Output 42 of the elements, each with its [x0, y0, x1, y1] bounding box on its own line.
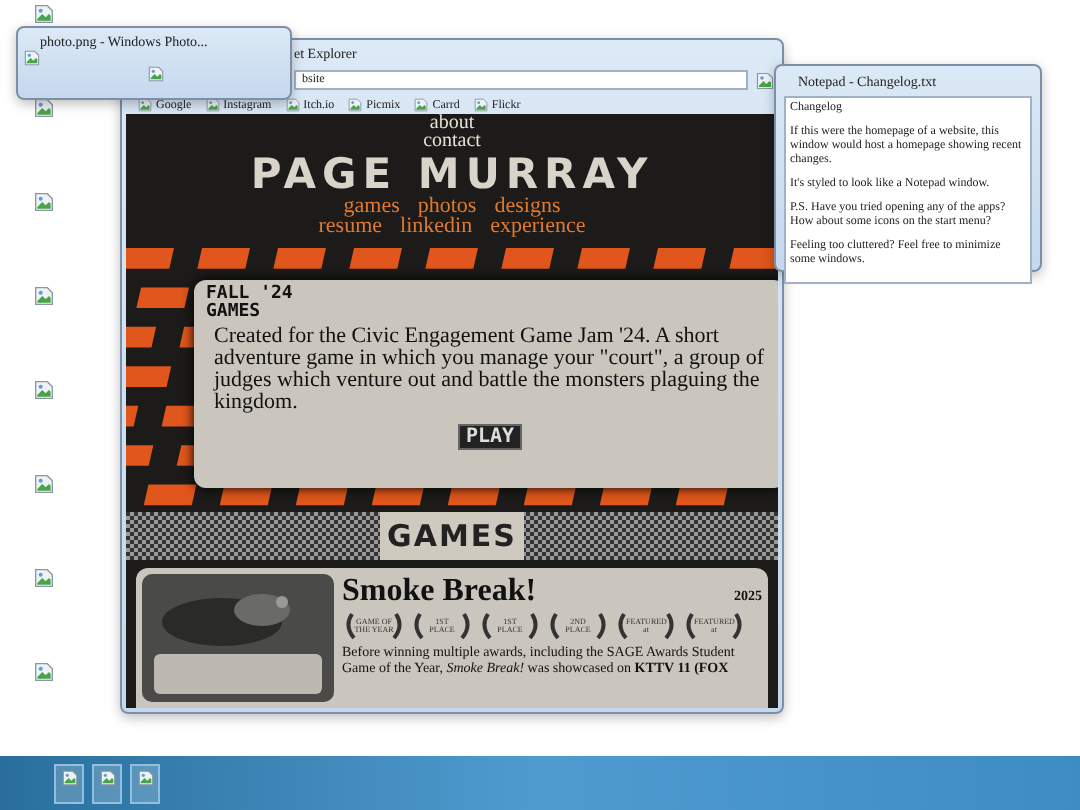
broken-image-icon	[137, 769, 153, 785]
broken-image-icon[interactable]	[34, 568, 54, 588]
section-title: GAMES	[379, 511, 525, 560]
broken-image-icon[interactable]	[34, 380, 54, 400]
game-title: Smoke Break!	[342, 574, 537, 608]
laurel-icon	[342, 610, 406, 640]
nav-link[interactable]: resume	[318, 216, 383, 236]
taskbar-button[interactable]	[92, 763, 122, 803]
card-heading: GAMES	[206, 304, 263, 322]
laurel-icon	[410, 610, 474, 640]
taskbar-button[interactable]	[54, 763, 84, 803]
broken-image-icon	[99, 769, 115, 785]
nav-link[interactable]: games	[343, 196, 400, 216]
laurel-icon	[478, 610, 542, 640]
card-heading: FALL '24	[206, 286, 295, 304]
nav-link[interactable]: linkedin	[400, 216, 473, 236]
broken-image-icon	[414, 98, 429, 112]
card-description: Created for the Civic Engagement Game Jam '24. A short adventure game in which you manage your "court", a group of judges which venture out and battle the monsters plaguing the kingdom.	[214, 326, 767, 414]
play-button[interactable]: PLAY	[457, 424, 523, 450]
text-area[interactable]	[784, 96, 1032, 284]
nav-link[interactable]: designs	[494, 196, 561, 216]
broken-image-icon	[24, 50, 40, 66]
nav-link[interactable]: about	[429, 114, 475, 132]
nav-link[interactable]: experience	[490, 216, 586, 236]
taskbar-button[interactable]	[130, 763, 160, 803]
broken-image-icon[interactable]	[34, 662, 54, 682]
nav-link[interactable]: photos	[417, 196, 477, 216]
site-title: PAGE MURRAY	[250, 152, 654, 196]
laurel-icon	[546, 610, 610, 640]
broken-image-icon	[348, 98, 363, 112]
broken-image-icon	[285, 98, 300, 112]
nav-link[interactable]: contact	[423, 132, 481, 150]
laurel-icon	[614, 610, 678, 640]
broken-image-icon	[473, 98, 488, 112]
broken-image-icon[interactable]	[34, 192, 54, 212]
broken-image-icon	[148, 66, 164, 82]
broken-image-icon[interactable]	[34, 4, 54, 24]
broken-image-icon	[756, 71, 774, 89]
broken-image-icon	[61, 769, 77, 785]
broken-image-icon[interactable]	[34, 286, 54, 306]
laurel-icon	[682, 610, 746, 640]
broken-image-icon[interactable]	[34, 474, 54, 494]
